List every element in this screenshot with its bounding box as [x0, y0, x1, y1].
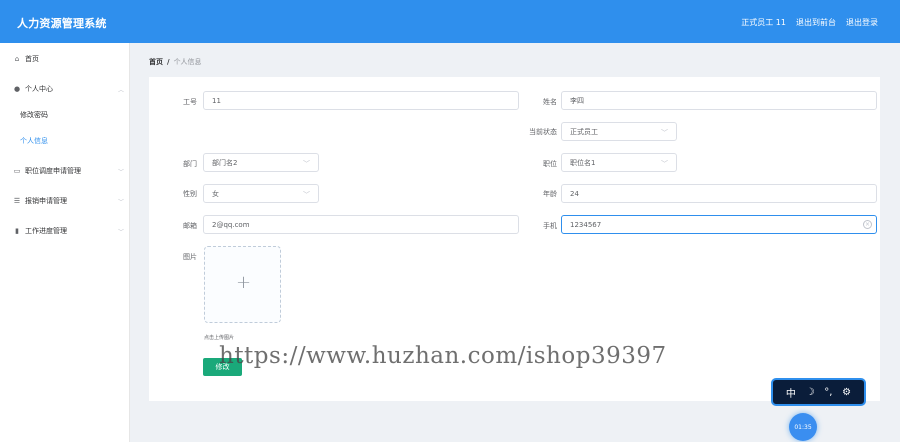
gender-label: 性别	[183, 190, 197, 198]
sidebar-item-transfer-apply[interactable]: ▭ 职位调度申请管理 ﹀	[0, 161, 130, 181]
breadcrumb-separator: /	[167, 58, 170, 66]
employee-no-value: 11	[212, 96, 221, 105]
email-field[interactable]: 2@qq.com	[203, 215, 519, 234]
sidebar-item-personal-info[interactable]: 个人信息	[0, 131, 130, 151]
moon-icon[interactable]: ☽	[806, 387, 815, 398]
chevron-down-icon: ﹀	[117, 169, 124, 176]
employee-no-field[interactable]: 11	[203, 91, 519, 110]
department-value: 部门名2	[212, 158, 238, 167]
user-icon: ●	[13, 85, 21, 93]
current-user: 正式员工 11	[741, 18, 786, 27]
status-select[interactable]: 正式员工 ﹀	[561, 122, 677, 141]
chevron-down-icon: ﹀	[117, 229, 124, 236]
image-upload[interactable]: +	[204, 246, 281, 323]
clear-icon[interactable]: ×	[863, 220, 872, 229]
phone-label: 手机	[543, 222, 557, 230]
sidebar-item-label: 修改密码	[20, 111, 48, 119]
status-label: 当前状态	[529, 128, 557, 136]
chevron-down-icon: ﹀	[661, 160, 668, 168]
punctuation-icon[interactable]: °,	[824, 387, 832, 398]
sidebar-item-change-password[interactable]: 修改密码	[0, 105, 130, 125]
upload-tip: 点击上传图片	[204, 335, 235, 341]
name-value: 李四	[570, 96, 584, 105]
bar-chart-icon: ▮	[15, 227, 19, 235]
position-select[interactable]: 职位名1 ﹀	[561, 153, 677, 172]
sidebar-item-label: 首页	[25, 55, 39, 63]
list-icon: ☰	[13, 197, 21, 205]
image-label: 图片	[183, 253, 197, 261]
email-label: 邮箱	[183, 222, 197, 230]
age-label: 年龄	[543, 190, 557, 198]
language-toggle[interactable]: 中	[786, 385, 796, 400]
chevron-up-icon: ︿	[117, 87, 124, 94]
sidebar-item-label: 报销申请管理	[25, 197, 67, 205]
app-title: 人力资源管理系统	[17, 17, 107, 30]
position-label: 职位	[543, 160, 557, 168]
name-label: 姓名	[543, 98, 557, 106]
back-to-front-link[interactable]: 退出到前台	[796, 17, 836, 28]
top-header: 人力资源管理系统 正式员工 11 退出到前台 退出登录	[0, 0, 900, 43]
name-field[interactable]: 李四	[561, 91, 877, 110]
sidebar-item-progress-mgmt[interactable]: ▮ 工作进度管理 ﹀	[0, 221, 130, 241]
chat-icon: ▭	[13, 167, 21, 175]
chevron-down-icon: ﹀	[117, 199, 124, 206]
position-value: 职位名1	[570, 158, 596, 167]
chevron-down-icon: ﹀	[303, 160, 310, 168]
breadcrumb: 首页 / 个人信息	[149, 57, 202, 67]
settings-icon[interactable]: ⚙	[842, 387, 851, 398]
gender-select[interactable]: 女 ﹀	[203, 184, 319, 203]
breadcrumb-home[interactable]: 首页	[149, 58, 163, 66]
gender-value: 女	[212, 189, 219, 198]
clock-badge: 01:35	[789, 413, 817, 441]
sidebar: ⌂ 首页 ● 个人中心 ︿ 修改密码 个人信息 ▭ 职位调度申请管理 ﹀ ☰ 报…	[0, 43, 130, 442]
employee-no-label: 工号	[183, 98, 197, 106]
email-value: 2@qq.com	[212, 220, 250, 229]
header-actions: 正式员工 11 退出到前台 退出登录	[741, 17, 878, 28]
breadcrumb-current: 个人信息	[173, 58, 202, 66]
sidebar-item-personal-center[interactable]: ● 个人中心 ︿	[0, 79, 130, 99]
sidebar-item-label: 职位调度申请管理	[25, 167, 81, 175]
status-value: 正式员工	[570, 127, 598, 136]
home-icon: ⌂	[14, 55, 20, 63]
phone-value: 1234567	[570, 220, 602, 229]
chevron-down-icon: ﹀	[661, 129, 668, 137]
chevron-down-icon: ﹀	[303, 191, 310, 199]
department-select[interactable]: 部门名2 ﹀	[203, 153, 319, 172]
department-label: 部门	[183, 160, 197, 168]
phone-field[interactable]: 1234567 ×	[561, 215, 877, 234]
watermark-text: https://www.huzhan.com/ishop39397	[219, 343, 667, 369]
sidebar-item-label: 个人中心	[25, 85, 53, 93]
sidebar-item-expense-apply[interactable]: ☰ 报销申请管理 ﹀	[0, 191, 130, 211]
sidebar-item-home[interactable]: ⌂ 首页	[0, 49, 130, 69]
age-value: 24	[570, 189, 579, 198]
sidebar-item-label: 个人信息	[20, 137, 48, 145]
sidebar-item-label: 工作进度管理	[25, 227, 67, 235]
ime-toolbar[interactable]: 中 ☽ °, ⚙	[771, 378, 866, 406]
age-field[interactable]: 24	[561, 184, 877, 203]
plus-icon: +	[236, 272, 252, 293]
logout-link[interactable]: 退出登录	[846, 17, 878, 28]
